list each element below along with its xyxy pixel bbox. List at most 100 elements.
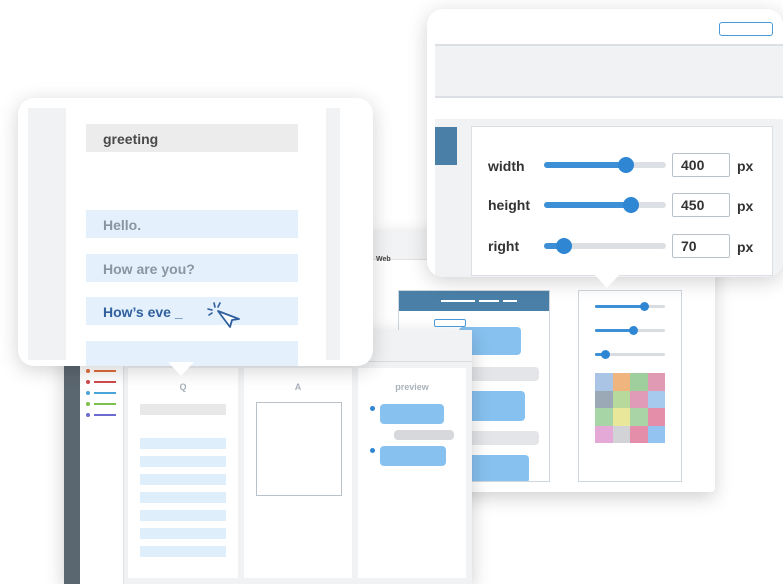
height-slider-fill	[544, 202, 631, 208]
q-row[interactable]	[140, 528, 226, 539]
q-row[interactable]	[140, 456, 226, 467]
tag-dot	[86, 380, 90, 384]
toolbar-button[interactable]	[434, 319, 466, 327]
right-input[interactable]: 70	[672, 234, 730, 258]
mini-slider[interactable]	[595, 326, 665, 335]
greeting-card: greeting Hello. How are you? How’s eve _	[18, 98, 373, 366]
utterance-text: Hello.	[103, 217, 142, 233]
palette-swatch[interactable]	[647, 390, 665, 408]
right-slider[interactable]	[544, 238, 666, 254]
color-palette	[595, 373, 665, 443]
size-card-accent	[435, 127, 457, 165]
tag-line[interactable]	[94, 403, 116, 405]
size-card-pointer	[594, 274, 620, 288]
palette-swatch[interactable]	[630, 390, 648, 408]
size-settings-card: width 400 px height 450 px right 70 px	[427, 9, 783, 277]
tag-dot	[86, 402, 90, 406]
tag-dot	[86, 369, 90, 373]
q-row[interactable]	[140, 438, 226, 449]
preview-bubble-bot	[380, 404, 444, 424]
answer-editor[interactable]	[256, 402, 342, 496]
height-input[interactable]: 450	[672, 193, 730, 217]
utterance-text: How are you?	[103, 261, 195, 277]
header-dash	[441, 300, 475, 302]
width-slider[interactable]	[544, 157, 666, 173]
header-dash	[479, 300, 499, 302]
palette-swatch[interactable]	[612, 408, 630, 426]
editor-sidebar	[64, 330, 80, 584]
height-unit: px	[737, 198, 754, 214]
mini-slider[interactable]	[595, 350, 665, 359]
preview-bubble-bot	[380, 446, 446, 466]
utterance-input-text[interactable]: How’s eve _	[103, 304, 183, 320]
a-column-title: A	[294, 382, 302, 392]
height-slider-thumb[interactable]	[622, 197, 639, 213]
mini-slider-thumb[interactable]	[629, 326, 638, 335]
palette-swatch[interactable]	[612, 373, 630, 391]
palette-swatch[interactable]	[612, 390, 630, 408]
palette-swatch[interactable]	[595, 408, 613, 426]
q-column-title: Q	[179, 382, 187, 392]
cursor-click-icon	[207, 302, 240, 328]
tag-line[interactable]	[94, 370, 116, 372]
divider	[435, 96, 783, 98]
header-dash	[503, 300, 517, 302]
utterance-row[interactable]: Hello.	[86, 210, 298, 238]
web-tab-label[interactable]: Web	[376, 256, 391, 263]
palette-swatch[interactable]	[647, 408, 665, 426]
palette-swatch[interactable]	[647, 425, 665, 443]
tag-dot	[86, 391, 90, 395]
bot-avatar-dot	[370, 448, 375, 453]
right-slider-thumb[interactable]	[555, 238, 572, 254]
preview-bubble-user	[394, 430, 454, 440]
width-slider-thumb[interactable]	[617, 157, 634, 173]
palette-swatch[interactable]	[630, 373, 648, 391]
bot-avatar-dot	[370, 406, 375, 411]
width-input[interactable]: 400	[672, 153, 730, 177]
q-row[interactable]	[140, 492, 226, 503]
right-label: right	[488, 238, 520, 254]
a-column: A	[244, 368, 352, 578]
height-label: height	[488, 197, 530, 213]
width-unit: px	[737, 158, 754, 174]
tag-dot	[86, 413, 90, 417]
intent-list	[80, 330, 124, 584]
width-label: width	[488, 158, 525, 174]
greeting-card-left-rail	[28, 108, 66, 360]
q-row[interactable]	[140, 510, 226, 521]
utterance-row-editing[interactable]: How’s eve _	[86, 297, 298, 328]
q-row[interactable]	[140, 474, 226, 485]
q-row[interactable]	[140, 546, 226, 557]
size-fields-panel: width 400 px height 450 px right 70 px	[471, 126, 773, 276]
mini-slider-thumb[interactable]	[639, 302, 649, 311]
height-slider[interactable]	[544, 197, 666, 213]
preview-column: preview	[358, 368, 466, 578]
greeting-card-scrollbar[interactable]	[326, 108, 340, 360]
palette-swatch[interactable]	[612, 425, 630, 443]
greeting-card-pointer	[168, 362, 194, 376]
mini-slider-fill	[595, 329, 634, 332]
palette-swatch[interactable]	[630, 408, 648, 426]
chat-preview-header	[399, 291, 549, 311]
size-card-button[interactable]	[719, 22, 773, 36]
intent-name: greeting	[103, 131, 159, 147]
mini-slider-thumb[interactable]	[601, 350, 610, 359]
tag-line[interactable]	[94, 392, 116, 394]
palette-swatch[interactable]	[630, 425, 648, 443]
width-slider-fill	[544, 162, 626, 168]
palette-swatch[interactable]	[595, 373, 613, 391]
editor-window: Q A preview	[64, 319, 472, 584]
palette-swatch[interactable]	[595, 390, 613, 408]
right-unit: px	[737, 239, 754, 255]
q-column: Q	[128, 368, 238, 578]
style-settings-panel	[578, 290, 682, 482]
q-header-row	[140, 404, 226, 415]
utterance-row[interactable]: How are you?	[86, 254, 298, 282]
size-card-header-band	[435, 46, 783, 96]
tag-line[interactable]	[94, 381, 116, 383]
mini-slider[interactable]	[595, 302, 665, 311]
tag-line[interactable]	[94, 414, 116, 416]
mini-slider-fill	[595, 305, 644, 308]
palette-swatch[interactable]	[595, 425, 613, 443]
palette-swatch[interactable]	[647, 373, 665, 391]
